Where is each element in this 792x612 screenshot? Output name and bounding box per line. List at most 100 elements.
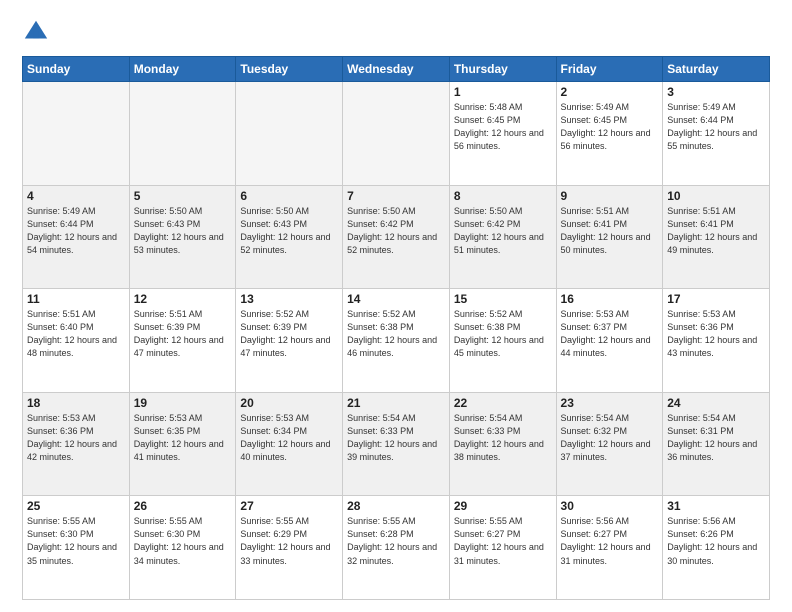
calendar-header-sunday: Sunday <box>23 57 130 82</box>
day-info: Sunrise: 5:55 AM Sunset: 6:27 PM Dayligh… <box>454 515 552 567</box>
day-number: 5 <box>134 189 232 203</box>
day-info: Sunrise: 5:48 AM Sunset: 6:45 PM Dayligh… <box>454 101 552 153</box>
day-number: 9 <box>561 189 659 203</box>
day-number: 12 <box>134 292 232 306</box>
calendar-header-saturday: Saturday <box>663 57 770 82</box>
day-info: Sunrise: 5:50 AM Sunset: 6:43 PM Dayligh… <box>240 205 338 257</box>
calendar-cell <box>343 82 450 186</box>
logo-icon <box>22 18 50 46</box>
calendar-cell: 28 Sunrise: 5:55 AM Sunset: 6:28 PM Dayli… <box>343 496 450 600</box>
day-info: Sunrise: 5:53 AM Sunset: 6:36 PM Dayligh… <box>667 308 765 360</box>
calendar-cell: 13Sunrise: 5:52 AM Sunset: 6:39 PM Dayli… <box>236 289 343 393</box>
day-number: 3 <box>667 85 765 99</box>
day-number: 4 <box>27 189 125 203</box>
day-number: 30 <box>561 499 659 513</box>
day-number: 18 <box>27 396 125 410</box>
calendar-week-row: 18 Sunrise: 5:53 AM Sunset: 6:36 PM Dayli… <box>23 392 770 496</box>
header <box>22 18 770 46</box>
day-info: Sunrise: 5:51 AM Sunset: 6:40 PM Dayligh… <box>27 308 125 360</box>
calendar-header-thursday: Thursday <box>449 57 556 82</box>
day-number: 21 <box>347 396 445 410</box>
calendar-header-tuesday: Tuesday <box>236 57 343 82</box>
day-info: Sunrise: 5:56 AM Sunset: 6:26 PM Dayligh… <box>667 515 765 567</box>
day-info: Sunrise: 5:54 AM Sunset: 6:33 PM Dayligh… <box>347 412 445 464</box>
day-info: Sunrise: 5:51 AM Sunset: 6:39 PM Dayligh… <box>134 308 232 360</box>
calendar-cell: 31 Sunrise: 5:56 AM Sunset: 6:26 PM Dayli… <box>663 496 770 600</box>
day-number: 6 <box>240 189 338 203</box>
calendar-header-row: SundayMondayTuesdayWednesdayThursdayFrid… <box>23 57 770 82</box>
day-number: 13 <box>240 292 338 306</box>
calendar-week-row: 1 Sunrise: 5:48 AM Sunset: 6:45 PM Daylig… <box>23 82 770 186</box>
calendar-cell: 6 Sunrise: 5:50 AM Sunset: 6:43 PM Daylig… <box>236 185 343 289</box>
day-info: Sunrise: 5:53 AM Sunset: 6:36 PM Dayligh… <box>27 412 125 464</box>
day-info: Sunrise: 5:50 AM Sunset: 6:42 PM Dayligh… <box>347 205 445 257</box>
day-number: 27 <box>240 499 338 513</box>
calendar-cell <box>23 82 130 186</box>
calendar-cell: 7Sunrise: 5:50 AM Sunset: 6:42 PM Daylig… <box>343 185 450 289</box>
page: SundayMondayTuesdayWednesdayThursdayFrid… <box>0 0 792 612</box>
day-number: 20 <box>240 396 338 410</box>
day-info: Sunrise: 5:49 AM Sunset: 6:44 PM Dayligh… <box>667 101 765 153</box>
calendar-cell: 10 Sunrise: 5:51 AM Sunset: 6:41 PM Dayli… <box>663 185 770 289</box>
calendar-header-friday: Friday <box>556 57 663 82</box>
calendar-header-monday: Monday <box>129 57 236 82</box>
day-info: Sunrise: 5:53 AM Sunset: 6:35 PM Dayligh… <box>134 412 232 464</box>
calendar-cell: 12 Sunrise: 5:51 AM Sunset: 6:39 PM Dayli… <box>129 289 236 393</box>
day-info: Sunrise: 5:52 AM Sunset: 6:38 PM Dayligh… <box>454 308 552 360</box>
day-info: Sunrise: 5:54 AM Sunset: 6:32 PM Dayligh… <box>561 412 659 464</box>
calendar-cell: 21 Sunrise: 5:54 AM Sunset: 6:33 PM Dayli… <box>343 392 450 496</box>
day-number: 24 <box>667 396 765 410</box>
calendar-cell: 1 Sunrise: 5:48 AM Sunset: 6:45 PM Daylig… <box>449 82 556 186</box>
day-info: Sunrise: 5:51 AM Sunset: 6:41 PM Dayligh… <box>561 205 659 257</box>
day-info: Sunrise: 5:53 AM Sunset: 6:37 PM Dayligh… <box>561 308 659 360</box>
day-number: 15 <box>454 292 552 306</box>
calendar-cell: 25Sunrise: 5:55 AM Sunset: 6:30 PM Dayli… <box>23 496 130 600</box>
day-info: Sunrise: 5:51 AM Sunset: 6:41 PM Dayligh… <box>667 205 765 257</box>
day-info: Sunrise: 5:50 AM Sunset: 6:43 PM Dayligh… <box>134 205 232 257</box>
day-number: 23 <box>561 396 659 410</box>
calendar-cell: 29 Sunrise: 5:55 AM Sunset: 6:27 PM Dayli… <box>449 496 556 600</box>
calendar-cell: 2Sunrise: 5:49 AM Sunset: 6:45 PM Daylig… <box>556 82 663 186</box>
calendar-cell: 18 Sunrise: 5:53 AM Sunset: 6:36 PM Dayli… <box>23 392 130 496</box>
calendar-cell: 11 Sunrise: 5:51 AM Sunset: 6:40 PM Dayli… <box>23 289 130 393</box>
day-info: Sunrise: 5:55 AM Sunset: 6:30 PM Dayligh… <box>134 515 232 567</box>
calendar-cell: 16 Sunrise: 5:53 AM Sunset: 6:37 PM Dayli… <box>556 289 663 393</box>
calendar-cell: 15 Sunrise: 5:52 AM Sunset: 6:38 PM Dayli… <box>449 289 556 393</box>
day-info: Sunrise: 5:55 AM Sunset: 6:29 PM Dayligh… <box>240 515 338 567</box>
day-number: 10 <box>667 189 765 203</box>
day-number: 11 <box>27 292 125 306</box>
calendar-cell: 22 Sunrise: 5:54 AM Sunset: 6:33 PM Dayli… <box>449 392 556 496</box>
logo <box>22 18 54 46</box>
day-info: Sunrise: 5:53 AM Sunset: 6:34 PM Dayligh… <box>240 412 338 464</box>
day-number: 8 <box>454 189 552 203</box>
calendar-cell: 4 Sunrise: 5:49 AM Sunset: 6:44 PM Daylig… <box>23 185 130 289</box>
day-info: Sunrise: 5:55 AM Sunset: 6:28 PM Dayligh… <box>347 515 445 567</box>
day-info: Sunrise: 5:52 AM Sunset: 6:38 PM Dayligh… <box>347 308 445 360</box>
day-number: 22 <box>454 396 552 410</box>
calendar-cell: 9 Sunrise: 5:51 AM Sunset: 6:41 PM Daylig… <box>556 185 663 289</box>
day-info: Sunrise: 5:49 AM Sunset: 6:44 PM Dayligh… <box>27 205 125 257</box>
day-info: Sunrise: 5:56 AM Sunset: 6:27 PM Dayligh… <box>561 515 659 567</box>
day-info: Sunrise: 5:55 AM Sunset: 6:30 PM Dayligh… <box>27 515 125 567</box>
day-number: 2 <box>561 85 659 99</box>
calendar-cell: 5 Sunrise: 5:50 AM Sunset: 6:43 PM Daylig… <box>129 185 236 289</box>
calendar-table: SundayMondayTuesdayWednesdayThursdayFrid… <box>22 56 770 600</box>
day-number: 31 <box>667 499 765 513</box>
calendar-cell: 3 Sunrise: 5:49 AM Sunset: 6:44 PM Daylig… <box>663 82 770 186</box>
day-info: Sunrise: 5:50 AM Sunset: 6:42 PM Dayligh… <box>454 205 552 257</box>
day-number: 16 <box>561 292 659 306</box>
day-number: 17 <box>667 292 765 306</box>
calendar-week-row: 11 Sunrise: 5:51 AM Sunset: 6:40 PM Dayli… <box>23 289 770 393</box>
day-number: 28 <box>347 499 445 513</box>
day-number: 19 <box>134 396 232 410</box>
calendar-cell: 26Sunrise: 5:55 AM Sunset: 6:30 PM Dayli… <box>129 496 236 600</box>
day-number: 1 <box>454 85 552 99</box>
day-number: 29 <box>454 499 552 513</box>
day-info: Sunrise: 5:54 AM Sunset: 6:33 PM Dayligh… <box>454 412 552 464</box>
day-number: 14 <box>347 292 445 306</box>
calendar-cell: 8 Sunrise: 5:50 AM Sunset: 6:42 PM Daylig… <box>449 185 556 289</box>
day-info: Sunrise: 5:54 AM Sunset: 6:31 PM Dayligh… <box>667 412 765 464</box>
calendar-cell: 23 Sunrise: 5:54 AM Sunset: 6:32 PM Dayli… <box>556 392 663 496</box>
calendar-cell: 19 Sunrise: 5:53 AM Sunset: 6:35 PM Dayli… <box>129 392 236 496</box>
calendar-cell: 14 Sunrise: 5:52 AM Sunset: 6:38 PM Dayli… <box>343 289 450 393</box>
